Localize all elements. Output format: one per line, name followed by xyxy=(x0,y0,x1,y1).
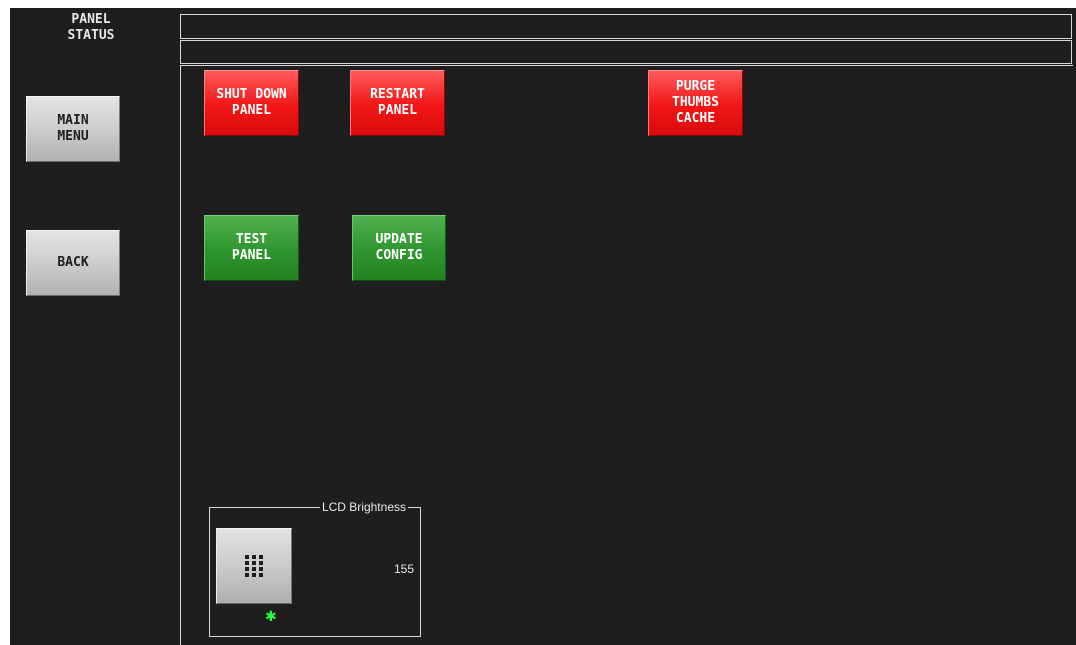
main-menu-button-label: MAIN MENU xyxy=(57,113,89,144)
lcd-brightness-value: 155 xyxy=(393,562,414,576)
restart-panel-label: RESTART PANEL xyxy=(370,87,425,118)
status-line-1 xyxy=(180,14,1072,39)
panel-status-screen: PANEL STATUS MAIN MENU BACK SHUT DOWN PA… xyxy=(10,8,1076,645)
main-menu-button[interactable]: MAIN MENU xyxy=(26,96,120,162)
lcd-brightness-group: LCD Brightness 155 ✱ xyxy=(209,499,421,637)
back-button[interactable]: BACK xyxy=(26,230,120,296)
test-panel-label: TEST PANEL xyxy=(231,232,272,263)
shut-down-panel-button[interactable]: SHUT DOWN PANEL xyxy=(204,70,299,136)
purge-thumbs-cache-button[interactable]: PURGE THUMBS CACHE xyxy=(648,70,743,136)
back-button-label: BACK xyxy=(57,255,89,270)
purge-thumbs-cache-label: PURGE THUMBS CACHE xyxy=(672,79,719,126)
restart-panel-button[interactable]: RESTART PANEL xyxy=(350,70,445,136)
keypad-button[interactable] xyxy=(216,528,292,604)
content-area: SHUT DOWN PANEL RESTART PANEL PURGE THUM… xyxy=(180,65,1073,645)
test-panel-button[interactable]: TEST PANEL xyxy=(204,215,299,281)
status-line-2 xyxy=(180,40,1072,64)
update-config-label: UPDATE CONFIG xyxy=(375,232,423,263)
green-star-led-icon: ✱ xyxy=(265,609,277,625)
keypad-icon xyxy=(245,555,263,577)
lcd-brightness-title: LCD Brightness xyxy=(319,499,408,515)
page-title: PANEL STATUS xyxy=(67,12,115,43)
update-config-button[interactable]: UPDATE CONFIG xyxy=(352,215,446,281)
shut-down-panel-label: SHUT DOWN PANEL xyxy=(216,87,287,118)
